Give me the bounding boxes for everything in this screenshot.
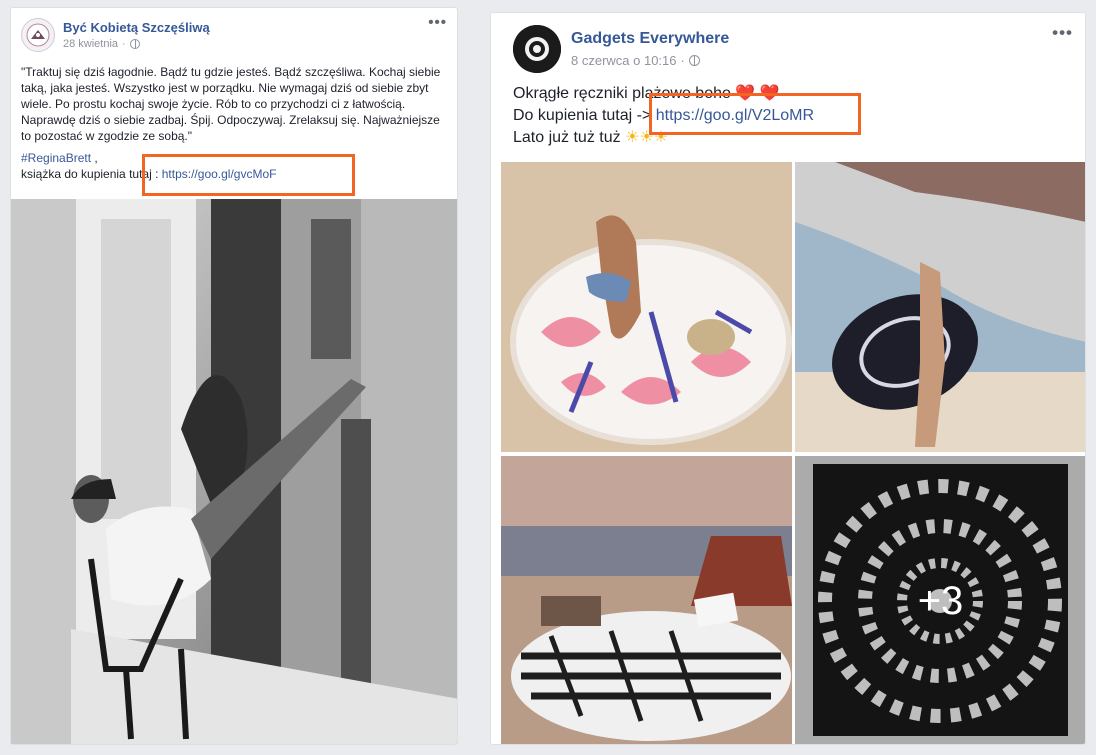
buy-prefix: Do kupienia tutaj -> <box>513 107 656 124</box>
separator-dot: · <box>680 53 685 68</box>
globe-icon[interactable] <box>688 55 700 66</box>
post-1: Być Kobietą Szczęśliwą 28 kwietnia · •••… <box>10 7 458 745</box>
link-highlight-box <box>142 154 355 196</box>
buy-prefix: książka do kupienia tutaj : <box>21 167 162 181</box>
post-header: Być Kobietą Szczęśliwą 28 kwietnia · <box>21 18 210 52</box>
line3-text: Lato już tuż tuż <box>513 129 626 146</box>
photo-towel-beach-cliff[interactable] <box>795 162 1086 452</box>
post-header: Gadgets Everywhere 8 czerwca o 10:16 · <box>513 25 729 73</box>
hashtag-suffix: , <box>91 151 98 165</box>
logo-icon <box>513 25 561 73</box>
link-highlight-box <box>649 93 861 135</box>
globe-icon[interactable] <box>129 39 140 49</box>
post-photo[interactable] <box>11 199 458 745</box>
page-name[interactable]: Być Kobietą Szczęśliwą <box>63 20 210 35</box>
more-options-icon[interactable]: ••• <box>428 14 447 31</box>
page-name[interactable]: Gadgets Everywhere <box>571 30 729 48</box>
post-quote: "Traktuj się dziś łagodnie. Bądź tu gdzi… <box>21 65 441 143</box>
photo-towel-pink[interactable] <box>501 162 792 452</box>
post-meta: Gadgets Everywhere 8 czerwca o 10:16 · <box>571 30 729 68</box>
post-date[interactable]: 8 czerwca o 10:16 <box>571 53 677 68</box>
post-subline: 28 kwietnia · <box>63 38 210 50</box>
post-meta: Być Kobietą Szczęśliwą 28 kwietnia · <box>63 20 210 50</box>
logo-icon <box>26 23 50 47</box>
post-date[interactable]: 28 kwietnia <box>63 38 118 50</box>
page-avatar[interactable] <box>21 18 55 52</box>
photo-towel-sunset[interactable] <box>501 456 792 745</box>
photo-towel-mandala-more[interactable]: +3 <box>795 456 1085 744</box>
hashtag-link[interactable]: #ReginaBrett <box>21 151 91 165</box>
post-subline: 8 czerwca o 10:16 · <box>571 53 729 68</box>
more-photos-count[interactable]: +3 <box>795 456 1085 744</box>
more-options-icon[interactable]: ••• <box>1052 23 1073 43</box>
page-avatar[interactable] <box>513 25 561 73</box>
post-2: Gadgets Everywhere 8 czerwca o 10:16 · •… <box>490 12 1086 745</box>
separator-dot: · <box>122 38 126 50</box>
